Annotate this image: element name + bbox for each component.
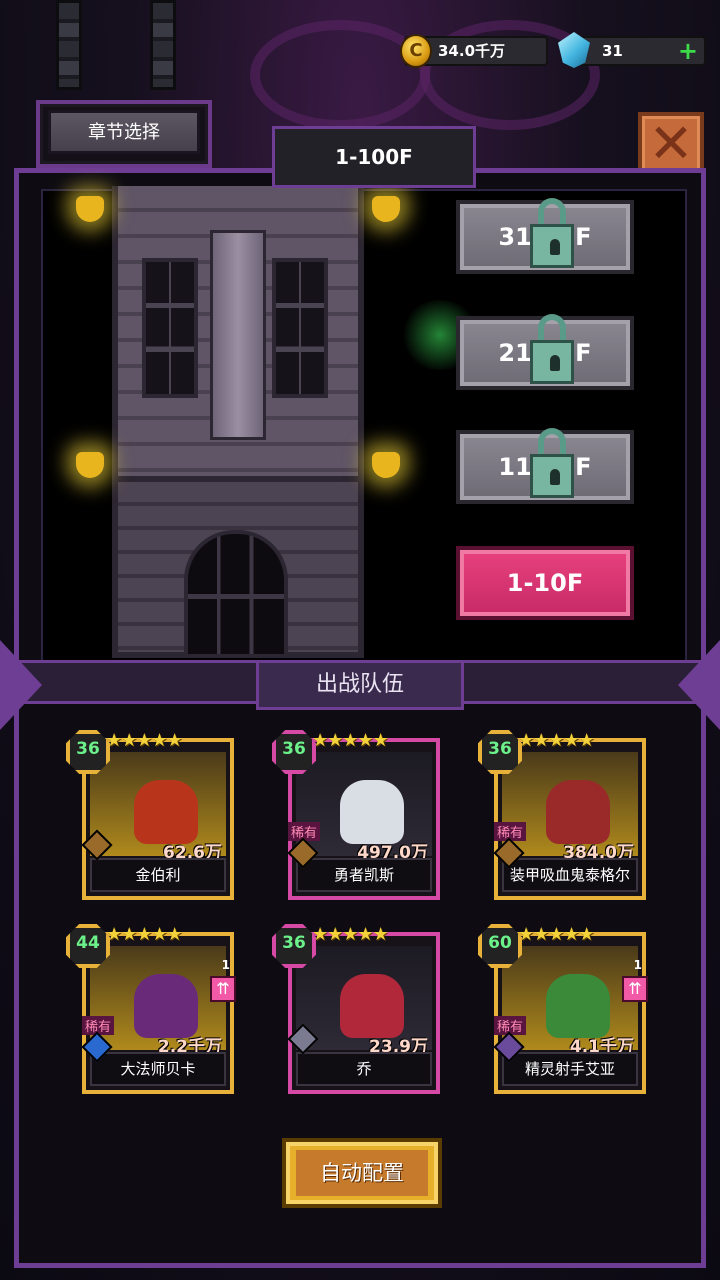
team-title: 出战队伍: [256, 660, 464, 710]
lock-icon: [530, 314, 574, 384]
gem-value: 31: [602, 42, 623, 60]
floor-range-title: 1-100F: [272, 126, 476, 188]
hero-stars: ★★★★★: [312, 730, 389, 751]
auto-configure-button[interactable]: 自动配置: [282, 1138, 442, 1208]
close-icon: ✕: [648, 112, 694, 175]
hero-sprite-icon: [340, 780, 404, 844]
gem-counter: 31 +: [558, 32, 706, 68]
wizard-sprite-icon: [134, 780, 198, 844]
upgrade-badge-icon: ⇈: [622, 976, 648, 1002]
tower-window: [272, 258, 328, 398]
gold-value: 34.0千万: [438, 42, 506, 60]
tower-pillar: [210, 230, 266, 440]
floor-button-1-10[interactable]: 1-10F: [456, 546, 634, 620]
hero-card[interactable]: 2.2千万 大法师贝卡 稀有 1 ⇈ ★★★★★ 44: [66, 924, 236, 1094]
witch-sprite-icon: [134, 974, 198, 1038]
elf-archer-sprite-icon: [546, 974, 610, 1038]
hero-name: 装甲吸血鬼泰格尔: [502, 858, 638, 892]
floor-button-31-40[interactable]: 31-40F: [456, 198, 634, 274]
gold-counter: C 34.0千万: [400, 34, 548, 68]
chapter-select-button[interactable]: 章节选择: [36, 100, 212, 168]
lock-icon: [530, 198, 574, 268]
lock-icon: [530, 428, 574, 498]
hero-card[interactable]: 23.9万 乔 ★★★★★ 36: [272, 924, 442, 1094]
hero-name: 乔: [296, 1052, 432, 1086]
tower-window: [142, 258, 198, 398]
tower-gate: [184, 530, 288, 658]
upgrade-count: 1: [221, 958, 230, 972]
upgrade-badge-icon: ⇈: [210, 976, 236, 1002]
floor-button-21-30[interactable]: 21-30F: [456, 314, 634, 390]
chain-decoration-right: [150, 0, 176, 90]
hero-stars: ★★★★★: [106, 924, 183, 945]
close-button[interactable]: ✕: [638, 112, 704, 176]
hero-name: 金伯利: [90, 858, 226, 892]
add-gems-button[interactable]: +: [678, 38, 698, 64]
gold-coin-icon: C: [400, 34, 432, 68]
hero-stars: ★★★★★: [106, 730, 183, 751]
hero-name: 勇者凯斯: [296, 858, 432, 892]
hero-name: 精灵射手艾亚: [502, 1052, 638, 1086]
hero-stars: ★★★★★: [518, 730, 595, 751]
armored-knight-sprite-icon: [546, 780, 610, 844]
hero-card[interactable]: 62.6万 金伯利 ★★★★★ 36: [66, 730, 236, 900]
tentacle-decoration: [250, 20, 430, 130]
upgrade-count: 1: [633, 958, 642, 972]
hero-card[interactable]: 4.1千万 精灵射手艾亚 稀有 1 ⇈ ★★★★★ 60: [478, 924, 648, 1094]
floor-button-11-20[interactable]: 11-20F: [456, 428, 634, 504]
hero-card[interactable]: 384.0万 装甲吸血鬼泰格尔 稀有 ★★★★★ 36: [478, 730, 648, 900]
auto-configure-label: 自动配置: [296, 1150, 428, 1196]
floor-label: 1-10F: [506, 569, 584, 597]
hero-stars: ★★★★★: [312, 924, 389, 945]
hero-stars: ★★★★★: [518, 924, 595, 945]
game-screen: C 34.0千万 31 + 章节选择 ✕ 1-100F 31-40F 21-30…: [0, 0, 720, 1280]
hero-card[interactable]: 497.0万 勇者凯斯 稀有 ★★★★★ 36: [272, 730, 442, 900]
chapter-select-label: 章节选择: [48, 110, 200, 154]
hero-name: 大法师贝卡: [90, 1052, 226, 1086]
chain-decoration-left: [56, 0, 82, 90]
horned-warrior-sprite-icon: [340, 974, 404, 1038]
